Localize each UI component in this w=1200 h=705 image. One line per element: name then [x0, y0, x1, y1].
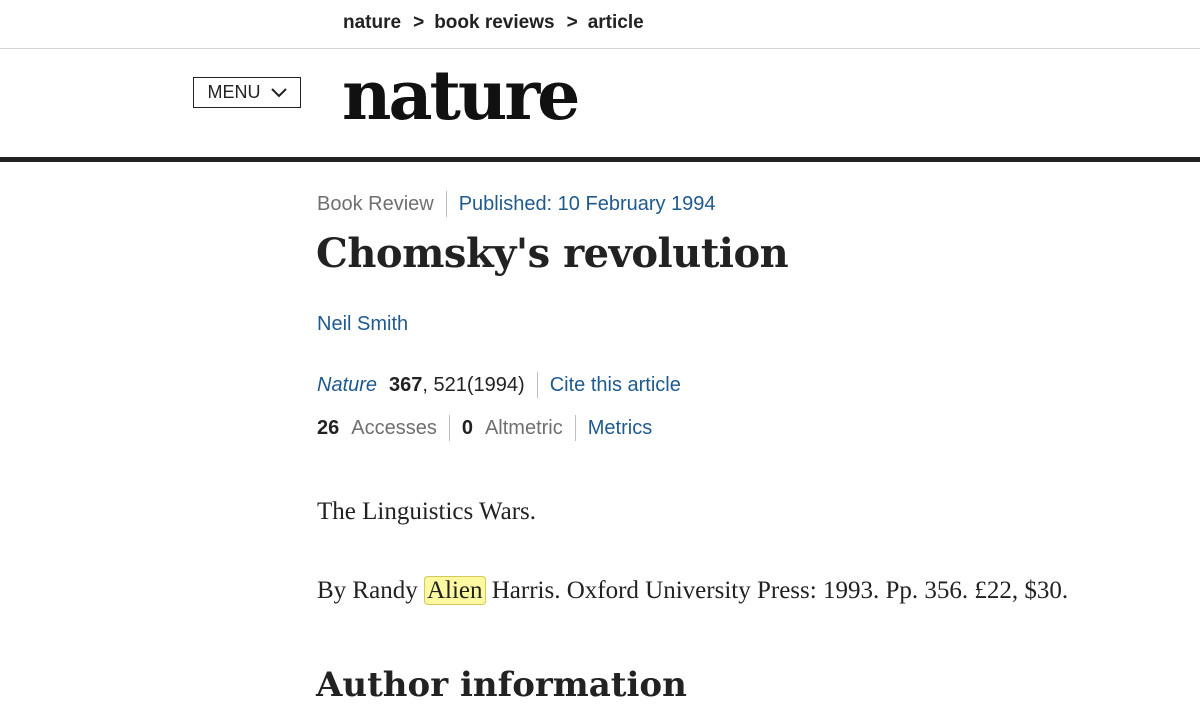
cite-this-article-link[interactable]: Cite this article	[550, 374, 681, 397]
byline-paragraph: By Randy Alien Harris. Oxford University…	[317, 576, 1069, 605]
section-heading: Author information	[316, 665, 687, 705]
meta-divider	[536, 372, 538, 398]
meta-divider	[445, 191, 447, 217]
breadcrumb-item-book-reviews[interactable]: book reviews	[434, 12, 554, 34]
meta-divider	[574, 415, 576, 441]
breadcrumb-item-article: article	[587, 12, 644, 33]
volume-number: 367	[389, 373, 423, 396]
citation-row: Nature 367 , 521(1994) Cite this article	[317, 372, 681, 398]
breadcrumb-separator: >	[566, 12, 578, 33]
chevron-down-icon	[270, 87, 287, 97]
article-meta: Book Review Published: 10 February 1994	[317, 191, 716, 217]
published-date: Published: 10 February 1994	[458, 192, 716, 215]
breadcrumb-item-nature[interactable]: nature	[343, 12, 401, 34]
breadcrumb-separator: >	[413, 12, 425, 33]
menu-button[interactable]: MENU	[193, 77, 301, 108]
altmetric-count: 0	[461, 416, 473, 439]
article-title: Chomsky's revolution	[316, 230, 789, 277]
masthead-rule	[0, 157, 1200, 162]
accesses-count: 26	[317, 416, 340, 439]
article-type: Book Review	[317, 192, 434, 215]
metrics-row: 26 Accesses 0 Altmetric Metrics	[317, 415, 652, 441]
book-title-paragraph: The Linguistics Wars.	[317, 498, 537, 525]
author-link[interactable]: Neil Smith	[317, 313, 408, 336]
menu-label: MENU	[207, 82, 261, 102]
pages-year: , 521(1994)	[422, 373, 525, 396]
highlighted-word: Alien	[423, 576, 486, 605]
breadcrumb: nature > book reviews > article	[343, 12, 644, 34]
byline-suffix: Harris. Oxford University Press: 1993. P…	[491, 577, 1069, 604]
byline-prefix: By Randy	[317, 577, 418, 604]
accesses-label: Accesses	[351, 416, 437, 439]
nature-logo[interactable]: nature	[342, 56, 580, 136]
meta-divider	[448, 415, 450, 441]
metrics-link[interactable]: Metrics	[588, 417, 652, 440]
altmetric-label: Altmetric	[484, 416, 563, 439]
header-divider	[0, 48, 1200, 49]
journal-name[interactable]: Nature	[317, 374, 377, 397]
